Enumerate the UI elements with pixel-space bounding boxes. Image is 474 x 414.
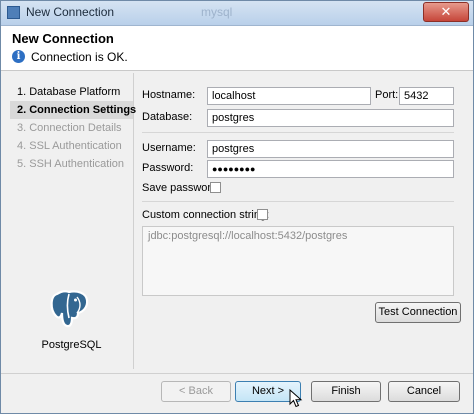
username-input[interactable]: postgres	[207, 140, 454, 158]
divider	[142, 132, 454, 133]
step-database-platform[interactable]: 1. Database Platform	[10, 83, 133, 101]
test-connection-button[interactable]: Test Connection	[375, 302, 461, 323]
step-ssl-authentication: 4. SSL Authentication	[17, 140, 122, 152]
footer-divider	[1, 373, 473, 374]
hostname-label: Hostname:	[142, 89, 196, 101]
save-password-label: Save password:	[142, 182, 221, 194]
platform-name: PostgreSQL	[41, 339, 102, 351]
mouse-cursor-icon	[289, 389, 303, 408]
dialog-header: New Connection i Connection is OK.	[1, 26, 473, 71]
header-title: New Connection	[12, 31, 114, 46]
port-input[interactable]: 5432	[399, 87, 454, 105]
connection-string-textarea: jdbc:postgresql://localhost:5432/postgre…	[142, 226, 454, 296]
close-icon: ✕	[440, 4, 452, 19]
hostname-input[interactable]: localhost	[207, 87, 371, 105]
status-message: Connection is OK.	[31, 50, 128, 64]
divider	[142, 201, 454, 202]
step-connection-details: 3. Connection Details	[17, 122, 122, 134]
close-button[interactable]: ✕	[423, 2, 469, 22]
info-icon: i	[12, 50, 25, 63]
wizard-steps-sidebar: 1. Database Platform 2. Connection Setti…	[10, 73, 136, 369]
back-button[interactable]: < Back	[161, 381, 231, 402]
app-icon	[7, 6, 20, 19]
step-ssh-authentication: 5. SSH Authentication	[17, 158, 125, 170]
username-label: Username:	[142, 142, 196, 154]
save-password-checkbox[interactable]	[210, 182, 221, 193]
password-input[interactable]: ●●●●●●●●	[207, 160, 454, 178]
connection-settings-panel: Hostname: localhost Port: 5432 Database:…	[134, 73, 464, 369]
postgresql-elephant-icon	[50, 290, 89, 328]
window-title: New Connection	[26, 5, 115, 19]
connection-string-text: jdbc:postgresql://localhost:5432/postgre…	[148, 230, 348, 242]
background-window-title: mysql	[201, 5, 233, 19]
password-label: Password:	[142, 162, 194, 174]
custom-connection-string-checkbox[interactable]	[257, 209, 268, 220]
new-connection-dialog: New Connection mysql ✕ New Connection i …	[0, 0, 474, 414]
database-input[interactable]: postgres	[207, 109, 454, 127]
finish-button[interactable]: Finish	[311, 381, 381, 402]
database-label: Database:	[142, 111, 193, 123]
title-bar[interactable]: New Connection mysql ✕	[1, 1, 473, 26]
step-connection-settings[interactable]: 2. Connection Settings	[10, 101, 136, 119]
port-label: Port:	[375, 89, 399, 101]
cancel-button[interactable]: Cancel	[388, 381, 460, 402]
custom-connection-string-label: Custom connection string:	[142, 209, 270, 221]
